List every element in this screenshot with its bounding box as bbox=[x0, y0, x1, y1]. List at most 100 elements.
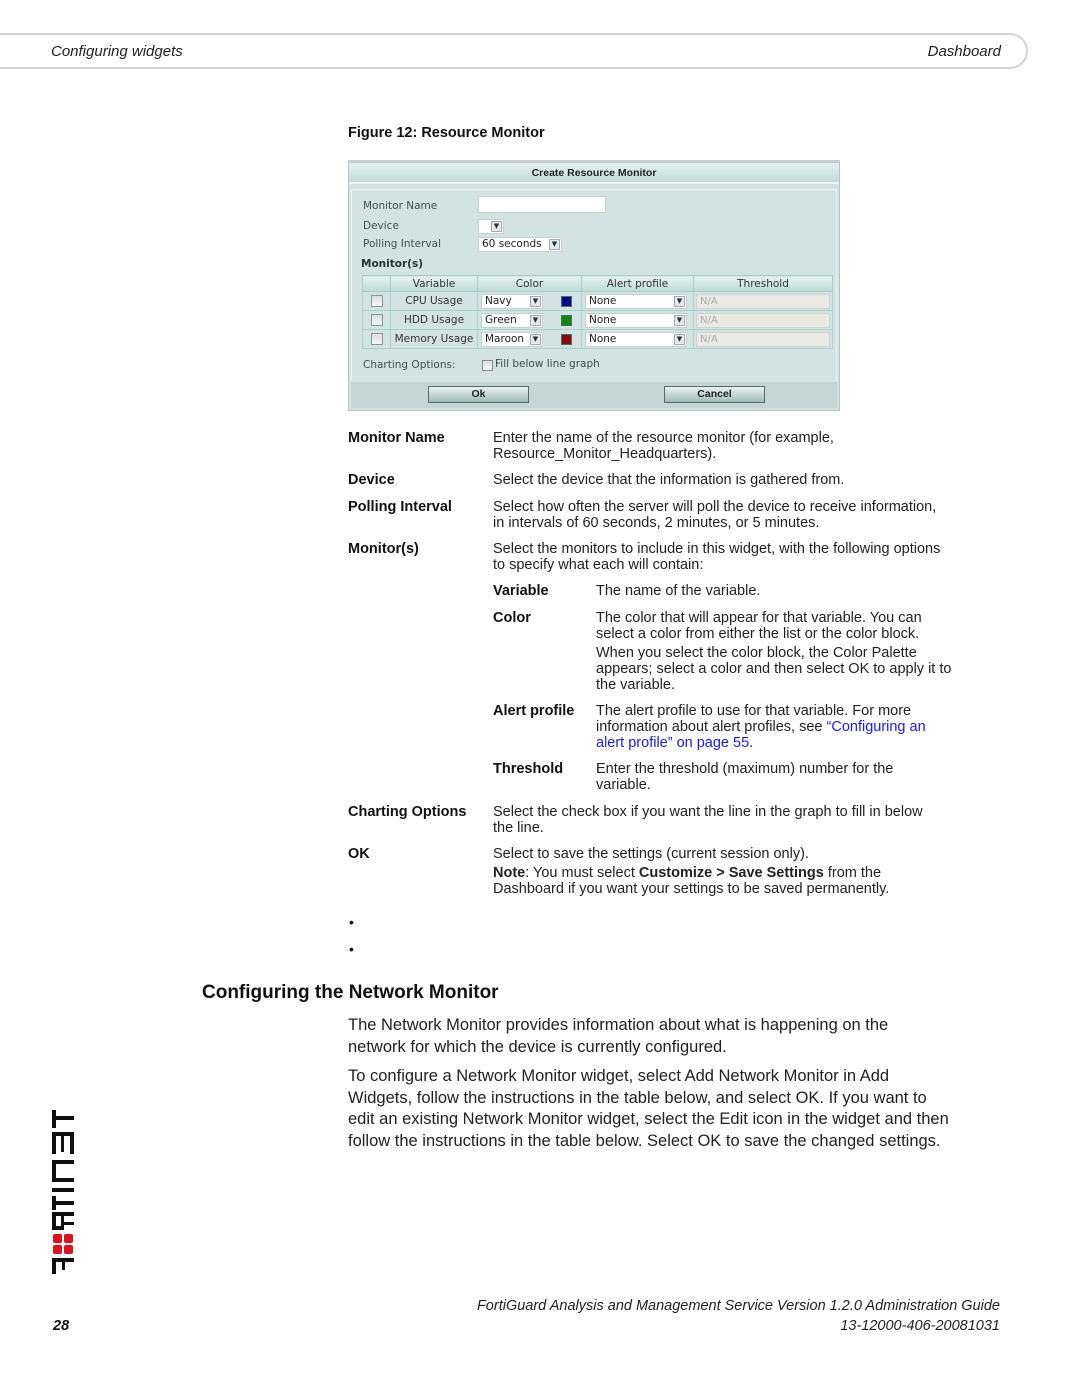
monitors-heading: Monitor(s) bbox=[361, 258, 423, 270]
term-alert-profile: Alert profile bbox=[493, 703, 575, 719]
header-chapter: Dashboard bbox=[927, 43, 1001, 60]
logo-letter-i bbox=[52, 1188, 74, 1192]
chevron-down-icon: ▼ bbox=[530, 315, 541, 326]
alert-profile-select[interactable]: None ▼ bbox=[585, 332, 687, 347]
desc-device: Select the device that the information i… bbox=[493, 472, 988, 488]
fill-below-checkbox[interactable] bbox=[482, 360, 493, 371]
footer-guide-title: FortiGuard Analysis and Management Servi… bbox=[476, 1298, 1000, 1314]
term-monitor-name: Monitor Name bbox=[348, 430, 445, 446]
alert-profile-link[interactable]: alert profile” on page 55 bbox=[596, 735, 749, 751]
desc-text: . bbox=[749, 735, 754, 751]
table-row: Memory Usage Maroon ▼ None ▼ N/A bbox=[362, 329, 833, 349]
color-select[interactable]: Green ▼ bbox=[481, 313, 543, 328]
bullet: • bbox=[349, 941, 354, 957]
para-line: network for which the device is currentl… bbox=[348, 1037, 727, 1056]
para-line: Widgets, follow the instructions in the … bbox=[348, 1088, 927, 1107]
desc-line: Select how often the server will poll th… bbox=[493, 499, 937, 515]
col-header-variable: Variable bbox=[390, 275, 478, 292]
desc-line: Enter the name of the resource monitor (… bbox=[493, 430, 834, 446]
threshold-input[interactable]: N/A bbox=[696, 331, 830, 347]
color-select[interactable]: Navy ▼ bbox=[481, 294, 543, 309]
term-threshold: Threshold bbox=[493, 761, 564, 777]
header-section: Configuring widgets bbox=[51, 43, 183, 60]
para-line: The Network Monitor provides information… bbox=[348, 1016, 889, 1034]
ok-button[interactable]: Ok bbox=[428, 386, 529, 403]
bullet: • bbox=[349, 914, 354, 930]
running-header: Configuring widgets Dashboard bbox=[0, 33, 1028, 69]
desc-line: variable. bbox=[596, 777, 651, 793]
paragraph: The Network Monitor provides information… bbox=[348, 1015, 988, 1058]
desc-monitor-name: Enter the name of the resource monitor (… bbox=[493, 430, 988, 462]
alert-profile-select[interactable]: None ▼ bbox=[585, 313, 687, 328]
note-text: : You must select bbox=[525, 865, 639, 881]
alert-profile-select[interactable]: None ▼ bbox=[585, 294, 687, 309]
polling-interval-select[interactable]: 60 seconds ▼ bbox=[478, 237, 562, 252]
monitor-name-label: Monitor Name bbox=[363, 200, 438, 212]
desc-line: Enter the threshold (maximum) number for… bbox=[596, 761, 894, 777]
col-header-color: Color bbox=[477, 275, 582, 292]
desc-line: The alert profile to use for that variab… bbox=[596, 703, 912, 719]
term-charting-options: Charting Options bbox=[348, 804, 467, 820]
alert-profile-value: None bbox=[589, 314, 617, 326]
desc-line: in intervals of 60 seconds, 2 minutes, o… bbox=[493, 515, 820, 531]
chevron-down-icon: ▼ bbox=[674, 296, 685, 307]
alert-profile-value: None bbox=[589, 333, 617, 345]
desc-text: information about alert profiles, see bbox=[596, 719, 827, 735]
col-header-select bbox=[362, 275, 391, 292]
monitors-table: Variable Color Alert profile Threshold C… bbox=[362, 275, 833, 349]
desc-line: Select the device that the information i… bbox=[493, 472, 845, 488]
device-label: Device bbox=[363, 220, 399, 232]
desc-line: Select the check box if you want the lin… bbox=[493, 804, 923, 820]
desc-line: When you select the color block, the Col… bbox=[596, 645, 917, 661]
chevron-down-icon: ▼ bbox=[674, 334, 685, 345]
desc-line: Select the monitors to include in this w… bbox=[493, 541, 941, 557]
term-ok: OK bbox=[348, 846, 370, 862]
desc-monitors: Select the monitors to include in this w… bbox=[493, 541, 988, 573]
col-header-threshold: Threshold bbox=[693, 275, 833, 292]
desc-line: Select to save the settings (current ses… bbox=[493, 846, 809, 862]
row-checkbox[interactable] bbox=[370, 295, 383, 307]
para-line: edit an existing Network Monitor widget,… bbox=[348, 1110, 949, 1128]
row-checkbox[interactable] bbox=[370, 314, 383, 326]
paragraph: To configure a Network Monitor widget, s… bbox=[348, 1066, 988, 1152]
cancel-button[interactable]: Cancel bbox=[664, 386, 765, 403]
desc-line: the line. bbox=[493, 820, 544, 836]
desc-line: the variable. bbox=[596, 677, 675, 693]
color-swatch-maroon[interactable] bbox=[561, 334, 572, 345]
desc-alert-profile: The alert profile to use for that variab… bbox=[596, 703, 996, 751]
term-polling-interval: Polling Interval bbox=[348, 499, 452, 515]
device-select[interactable]: ▼ bbox=[478, 219, 504, 234]
charting-options-label: Charting Options: bbox=[363, 359, 456, 371]
fortinet-logo bbox=[52, 1110, 74, 1274]
alert-profile-link[interactable]: “Configuring an bbox=[827, 719, 926, 735]
desc-threshold: Enter the threshold (maximum) number for… bbox=[596, 761, 996, 793]
threshold-input[interactable]: N/A bbox=[696, 293, 830, 309]
color-value: Green bbox=[485, 314, 517, 326]
desc-line: select a color from either the list or t… bbox=[596, 626, 920, 642]
threshold-input[interactable]: N/A bbox=[696, 312, 830, 328]
color-swatch-navy[interactable] bbox=[561, 296, 572, 307]
chevron-down-icon: ▼ bbox=[674, 315, 685, 326]
note-text: from the bbox=[823, 865, 882, 881]
table-row: HDD Usage Green ▼ None ▼ N/A bbox=[362, 310, 833, 330]
row-checkbox[interactable] bbox=[370, 333, 383, 345]
polling-interval-label: Polling Interval bbox=[363, 238, 442, 250]
para-line: follow the instructions in the table bel… bbox=[348, 1131, 941, 1150]
polling-interval-value: 60 seconds bbox=[482, 238, 542, 250]
term-variable: Variable bbox=[493, 583, 549, 599]
note-menu-path: Customize > Save Settings bbox=[638, 865, 824, 881]
color-swatch-green[interactable] bbox=[561, 315, 572, 326]
desc-line: The name of the variable. bbox=[596, 583, 761, 599]
term-color: Color bbox=[493, 610, 531, 626]
color-select[interactable]: Maroon ▼ bbox=[481, 332, 543, 347]
figure-caption: Figure 12: Resource Monitor bbox=[348, 125, 545, 141]
para-line: To configure a Network Monitor widget, s… bbox=[348, 1067, 890, 1085]
desc-charting-options: Select the check box if you want the lin… bbox=[493, 804, 988, 836]
color-value: Maroon bbox=[485, 333, 525, 345]
desc-line: The color that will appear for that vari… bbox=[596, 610, 922, 626]
chevron-down-icon: ▼ bbox=[549, 239, 560, 250]
chevron-down-icon: ▼ bbox=[530, 334, 541, 345]
desc-line: to specify what each will contain: bbox=[493, 557, 704, 573]
term-device: Device bbox=[348, 472, 395, 488]
monitor-name-input[interactable] bbox=[478, 196, 606, 213]
